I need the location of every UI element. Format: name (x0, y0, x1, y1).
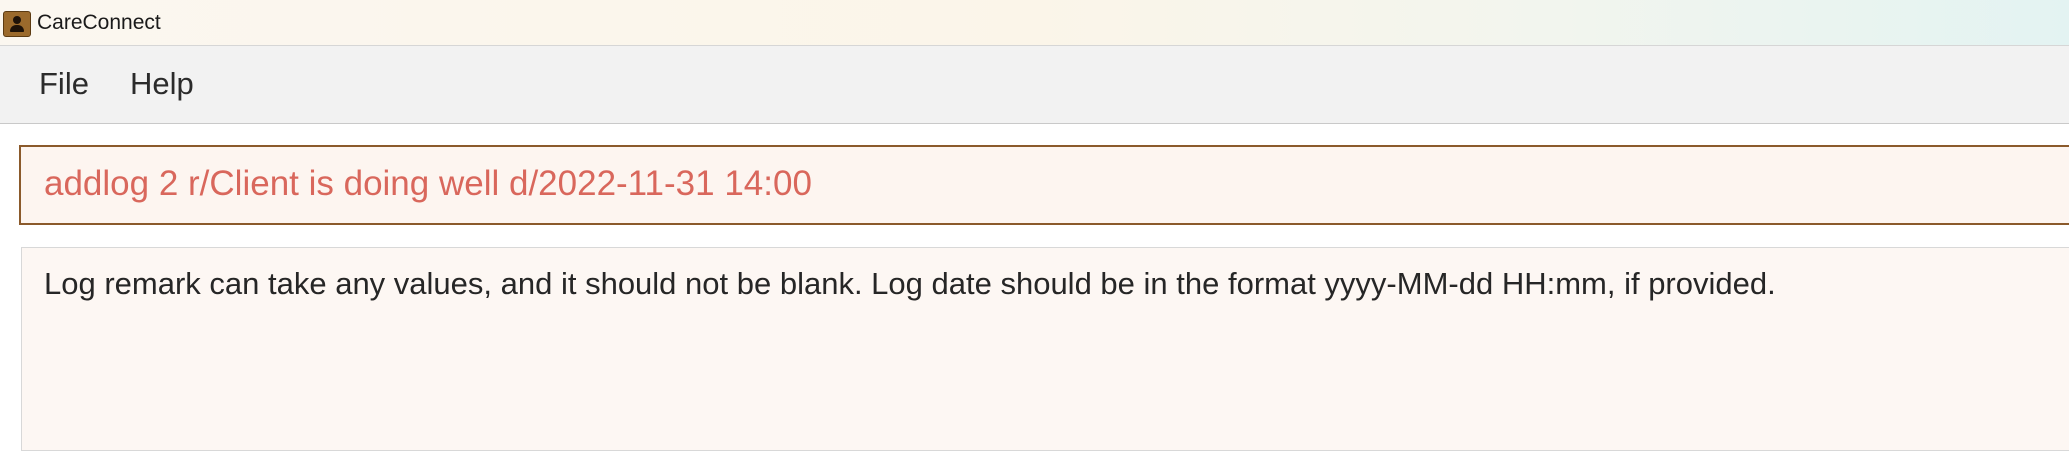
result-message: Log remark can take any values, and it s… (44, 266, 1776, 301)
title-bar: CareConnect (0, 0, 2069, 45)
menu-file[interactable]: File (37, 66, 91, 102)
result-display: Log remark can take any values, and it s… (21, 247, 2069, 451)
command-input[interactable]: addlog 2 r/Client is doing well d/2022-1… (44, 163, 812, 205)
address-book-icon (3, 11, 31, 37)
window-title: CareConnect (37, 11, 161, 34)
menu-help[interactable]: Help (128, 66, 196, 102)
menu-bar: File Help (0, 45, 2069, 124)
command-input-box[interactable]: addlog 2 r/Client is doing well d/2022-1… (19, 145, 2069, 225)
